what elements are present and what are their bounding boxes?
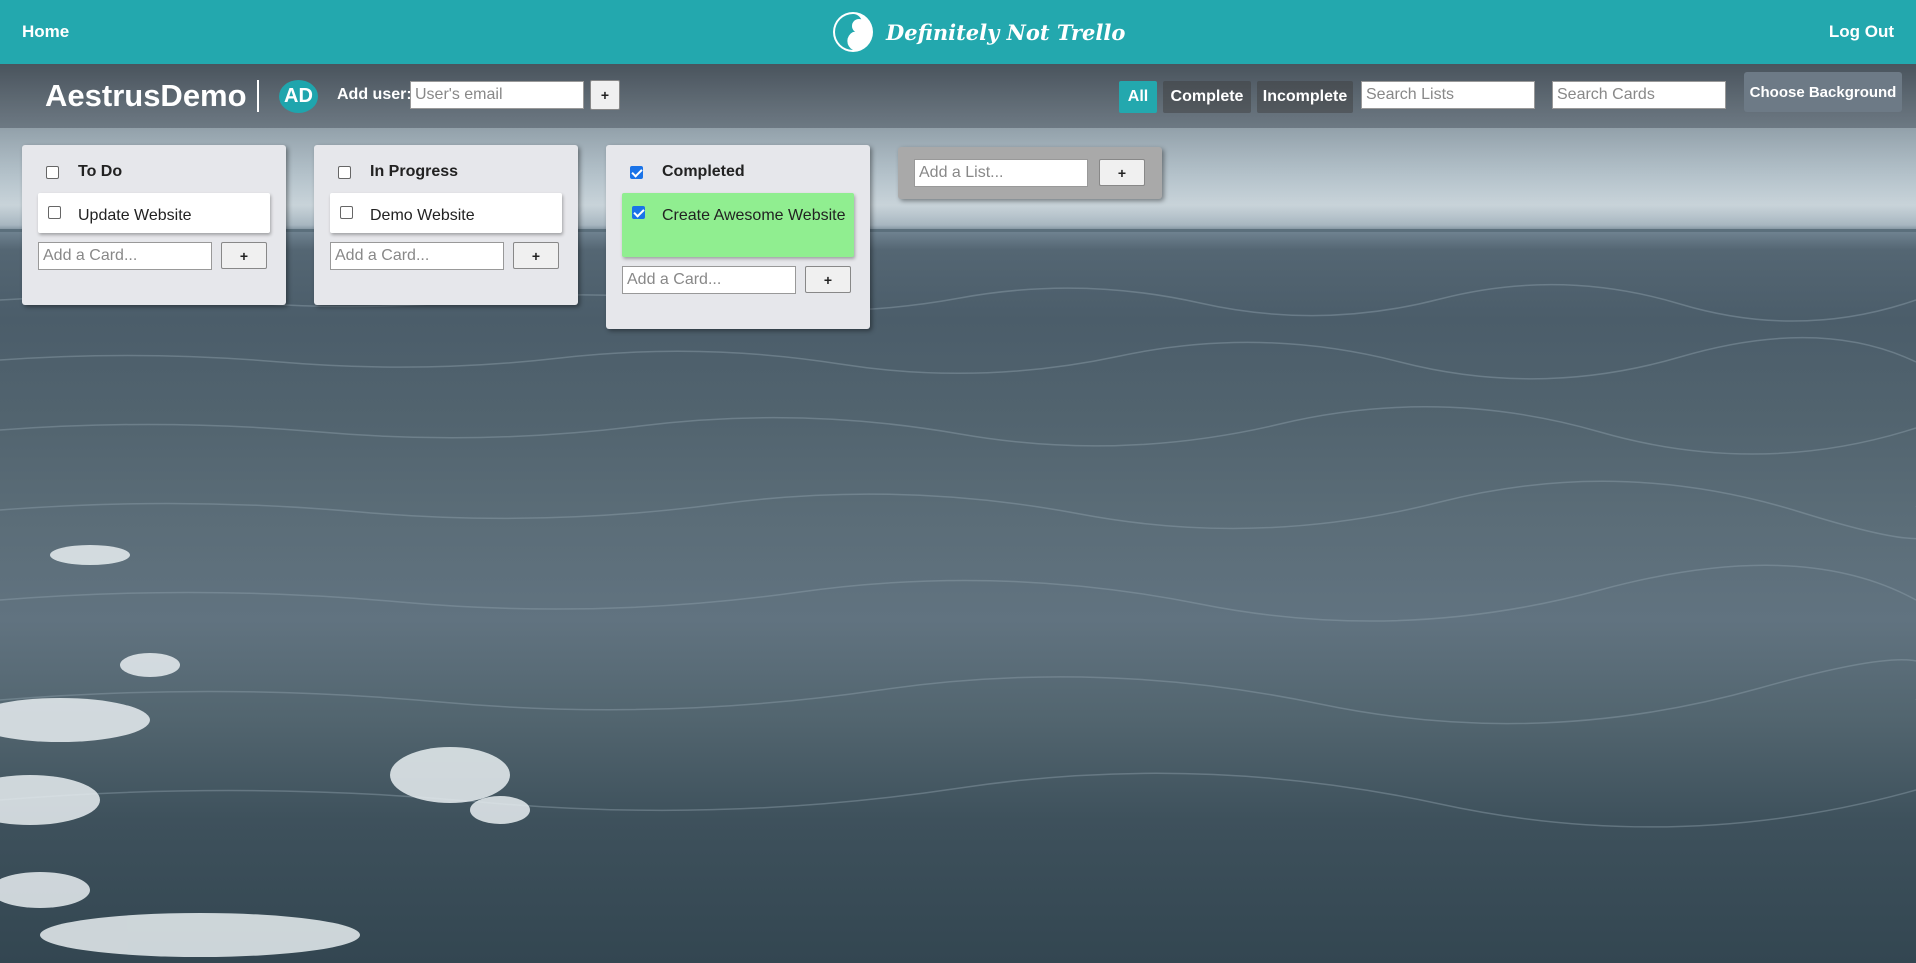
search-cards-input[interactable] xyxy=(1552,81,1726,109)
toolbar-divider xyxy=(257,80,259,112)
card[interactable]: Create Awesome Website xyxy=(622,193,854,257)
list-title[interactable]: To Do xyxy=(78,163,122,181)
ocean-waves-decoration xyxy=(0,64,1916,957)
add-user-label: Add user: xyxy=(337,86,412,103)
add-card-input[interactable] xyxy=(330,242,504,270)
card[interactable]: Demo Website xyxy=(330,193,562,233)
add-list-panel: + xyxy=(898,147,1162,199)
card-complete-checkbox[interactable] xyxy=(48,206,61,219)
list-complete-checkbox[interactable] xyxy=(46,165,59,179)
logout-link[interactable]: Log Out xyxy=(1829,22,1894,42)
add-card-input[interactable] xyxy=(622,266,796,294)
filter-incomplete-button[interactable]: Incomplete xyxy=(1257,81,1353,113)
card-complete-checkbox[interactable] xyxy=(340,206,353,219)
list-title[interactable]: Completed xyxy=(662,163,745,181)
trello-logo-icon xyxy=(833,12,873,52)
board-title[interactable]: AestrusDemo xyxy=(45,78,247,114)
user-avatar[interactable]: AD xyxy=(279,80,318,113)
card-complete-checkbox[interactable] xyxy=(632,206,645,219)
list-header: In Progress xyxy=(338,163,458,181)
add-card-button[interactable]: + xyxy=(513,242,559,269)
list-title[interactable]: In Progress xyxy=(370,163,458,181)
list-header: Completed xyxy=(630,163,745,181)
list-to-do: To Do Update Website + xyxy=(22,145,286,305)
top-navbar: Home Definitely Not Trello Log Out xyxy=(0,0,1916,64)
add-list-input[interactable] xyxy=(914,159,1088,187)
card-text: Demo Website xyxy=(370,207,475,224)
brand-name: Definitely Not Trello xyxy=(886,19,1126,45)
list-completed: Completed Create Awesome Website + xyxy=(606,145,870,329)
card[interactable]: Update Website xyxy=(38,193,270,233)
add-card-button[interactable]: + xyxy=(805,266,851,293)
list-complete-checkbox[interactable] xyxy=(338,165,351,179)
list-in-progress: In Progress Demo Website + xyxy=(314,145,578,305)
brand-logo[interactable]: Definitely Not Trello xyxy=(832,10,1125,54)
list-header: To Do xyxy=(46,163,122,181)
filter-complete-button[interactable]: Complete xyxy=(1163,81,1251,113)
add-user-button[interactable]: + xyxy=(590,80,620,110)
add-list-button[interactable]: + xyxy=(1099,159,1145,186)
choose-background-button[interactable]: Choose Background xyxy=(1744,72,1902,112)
card-text: Create Awesome Website xyxy=(662,207,846,224)
list-complete-checkbox[interactable] xyxy=(630,165,643,179)
board-toolbar: AestrusDemo AD Add user: + All Complete … xyxy=(0,64,1916,128)
home-link[interactable]: Home xyxy=(22,22,69,42)
add-card-button[interactable]: + xyxy=(221,242,267,269)
search-lists-input[interactable] xyxy=(1361,81,1535,109)
add-card-input[interactable] xyxy=(38,242,212,270)
card-text: Update Website xyxy=(78,207,192,224)
board-background-image xyxy=(0,0,1916,963)
add-user-email-input[interactable] xyxy=(410,81,584,109)
filter-all-button[interactable]: All xyxy=(1119,81,1157,113)
